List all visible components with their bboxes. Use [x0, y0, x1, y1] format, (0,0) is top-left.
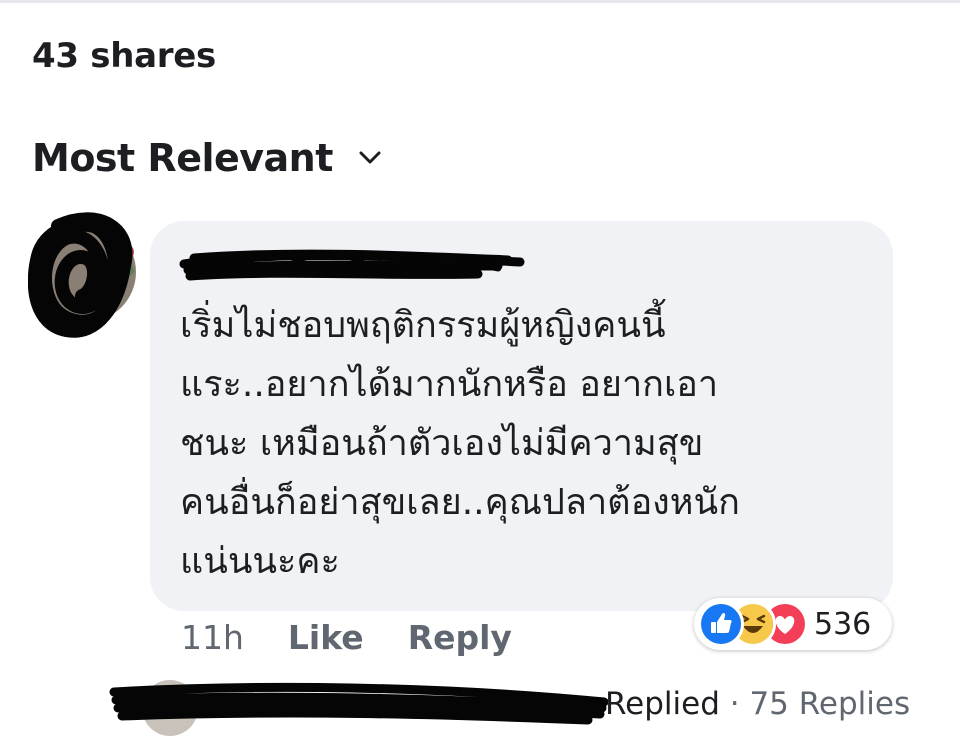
like-reaction-icon: [698, 601, 744, 647]
redacted-replier: [109, 680, 608, 736]
shares-count[interactable]: 43 shares: [32, 36, 216, 76]
replies-count[interactable]: 75 Replies: [749, 686, 910, 722]
chevron-down-icon: [359, 151, 381, 164]
avatar[interactable]: [28, 208, 136, 344]
reactions-summary[interactable]: 536: [694, 598, 892, 650]
comment-timestamp[interactable]: 11h: [181, 618, 244, 657]
redacted-commenter-name[interactable]: [178, 236, 528, 296]
replied-label: Replied: [605, 686, 720, 722]
top-divider: [0, 0, 960, 3]
reply-button[interactable]: Reply: [408, 618, 512, 657]
replies-summary[interactable]: Replied · 75 Replies: [108, 672, 928, 742]
replied-status[interactable]: Replied · 75 Replies: [605, 686, 910, 722]
comment-actions: 11h Like Reply: [181, 618, 512, 657]
separator-dot: ·: [729, 686, 740, 722]
like-button[interactable]: Like: [288, 618, 364, 657]
comment-text: เริ่มไม่ชอบพฤติกรรมผู้หญิงคนนี้ แระ..อยา…: [180, 305, 740, 582]
sort-label: Most Relevant: [32, 136, 333, 180]
sort-dropdown[interactable]: Most Relevant: [32, 136, 381, 180]
reaction-count: 536: [814, 606, 872, 642]
